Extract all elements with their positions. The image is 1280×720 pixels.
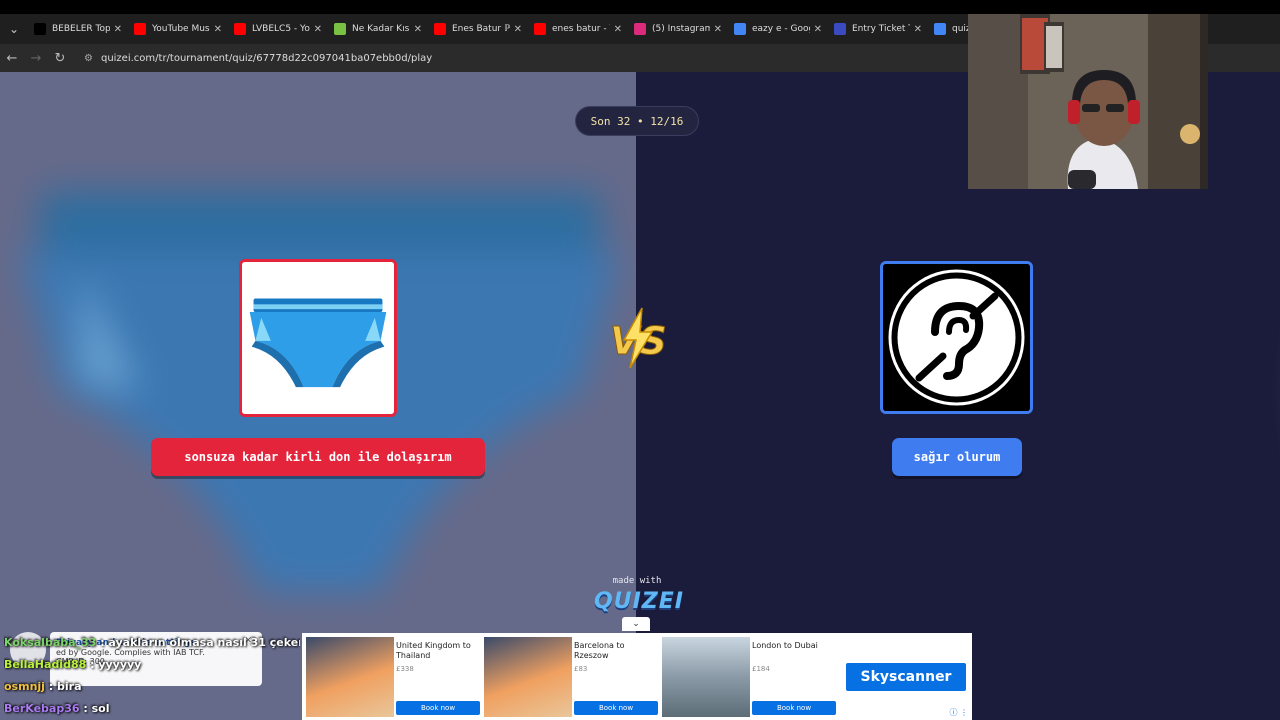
chat-message: BerKebap36 : sol: [4, 698, 300, 720]
webcam-overlay: [968, 14, 1208, 189]
browser-tab[interactable]: (5) Instagram ✕: [628, 14, 728, 44]
right-choice-card[interactable]: [880, 261, 1033, 414]
ad-choices-icon[interactable]: ⓘ ⋮: [949, 707, 968, 718]
ad-image[interactable]: [306, 637, 394, 717]
ticket-icon: [834, 23, 846, 35]
stream-chat-overlay: Koksalbaba_33 : ayakların olmasa nasıl 3…: [4, 632, 300, 720]
tab-title: YouTube Music: [152, 24, 210, 34]
tab-title: enes batur - Yo: [552, 24, 610, 34]
book-now-button[interactable]: Book now: [752, 701, 836, 715]
chat-message: Koksalbaba_33 : ayakların olmasa nasıl 3…: [4, 632, 300, 654]
close-tab-icon[interactable]: ✕: [514, 24, 522, 35]
quiz-icon: [334, 23, 346, 35]
youtube-music-icon: [134, 23, 146, 35]
chat-message: BellaHadid88 : yyyyyy: [4, 654, 300, 676]
tab-title: eazy e - Googl: [752, 24, 810, 34]
flight-ad-banner[interactable]: United Kingdom to Thailand £338 Book now Ba…: [302, 633, 972, 720]
skyscanner-logo[interactable]: Skyscanner: [846, 663, 966, 691]
x-logo-icon: [34, 23, 46, 35]
url-field[interactable]: ⚙ quizei.com/tr/tournament/quiz/67778d22…: [78, 47, 958, 69]
streamer-webcam: [968, 14, 1208, 189]
ad-collapse-icon[interactable]: ⌄: [622, 617, 650, 631]
reload-icon[interactable]: ↻: [48, 51, 72, 66]
ad-price: £184: [752, 665, 770, 673]
chat-separator: :: [79, 702, 92, 715]
ad-item[interactable]: United Kingdom to Thailand £338 Book now: [304, 637, 482, 717]
close-tab-icon[interactable]: ✕: [814, 24, 822, 35]
ad-image[interactable]: [484, 637, 572, 717]
chat-username: BellaHadid88: [4, 658, 87, 671]
browser-tab[interactable]: enes batur - Yo ✕: [528, 14, 628, 44]
close-tab-icon[interactable]: ✕: [614, 24, 622, 35]
ad-route: London to Dubai: [752, 641, 818, 650]
tab-search-button[interactable]: ⌄: [0, 14, 28, 44]
browser-tab[interactable]: eazy e - Googl ✕: [728, 14, 828, 44]
browser-tab[interactable]: YouTube Music ✕: [128, 14, 228, 44]
youtube-icon: [534, 23, 546, 35]
tab-title: LVBELC5 - YouT: [252, 24, 310, 34]
tab-title: Enes Batur ℙ ℕ: [452, 24, 510, 34]
deaf-ear-icon: [883, 264, 1030, 411]
browser-tab[interactable]: BEBELER Toplu ✕: [28, 14, 128, 44]
chat-username: BerKebap36: [4, 702, 80, 715]
ad-item[interactable]: London to Dubai £184 Book now: [660, 637, 838, 717]
close-tab-icon[interactable]: ✕: [114, 24, 122, 35]
google-icon: [934, 23, 946, 35]
chat-text: ayakların olmasa nasıl 31 çekersin: [108, 636, 300, 649]
chat-separator: :: [86, 658, 99, 671]
ad-item[interactable]: Barcelona to Rzeszow £83 Book now: [482, 637, 660, 717]
close-tab-icon[interactable]: ✕: [214, 24, 222, 35]
browser-tab[interactable]: Enes Batur ℙ ℕ ✕: [428, 14, 528, 44]
ad-route: United Kingdom to Thailand: [396, 641, 471, 660]
youtube-icon: [434, 23, 446, 35]
google-icon: [734, 23, 746, 35]
round-progress: Son 32 • 12/16: [576, 107, 698, 135]
made-with-label: made with: [612, 576, 662, 586]
close-tab-icon[interactable]: ✕: [714, 24, 722, 35]
ad-price: £83: [574, 665, 588, 673]
browser-tab[interactable]: Entry Ticket Tie ✕: [828, 14, 928, 44]
skyscanner-brand: Skyscanner: [860, 669, 952, 685]
ad-price: £338: [396, 665, 414, 673]
chat-username: osmnjj: [4, 680, 45, 693]
chat-username: Koksalbaba_33: [4, 636, 97, 649]
chat-message: osmnjj : bira: [4, 676, 300, 698]
back-icon[interactable]: ←: [0, 51, 24, 66]
left-choice-card[interactable]: [239, 259, 397, 417]
book-now-button[interactable]: Book now: [396, 701, 480, 715]
browser-tab[interactable]: LVBELC5 - YouT ✕: [228, 14, 328, 44]
instagram-icon: [634, 23, 646, 35]
chat-text: bira: [57, 680, 82, 693]
chat-text: yyyyyy: [98, 658, 142, 671]
tab-title: BEBELER Toplu: [52, 24, 110, 34]
briefs-icon: [242, 262, 394, 414]
ad-route: Barcelona to Rzeszow: [574, 641, 625, 660]
chat-separator: :: [96, 636, 109, 649]
book-now-button[interactable]: Book now: [574, 701, 658, 715]
tab-title: Ne Kadar Kıskan: [352, 24, 410, 34]
close-tab-icon[interactable]: ✕: [914, 24, 922, 35]
tab-title: Entry Ticket Tie: [852, 24, 910, 34]
tab-title: (5) Instagram: [652, 24, 710, 34]
chat-separator: :: [44, 680, 58, 693]
ad-image[interactable]: [662, 637, 750, 717]
site-info-icon[interactable]: ⚙: [84, 53, 93, 64]
forward-icon[interactable]: →: [24, 51, 48, 66]
left-choice-button[interactable]: sonsuza kadar kirli don ile dolaşırım: [151, 438, 485, 476]
youtube-icon: [234, 23, 246, 35]
close-tab-icon[interactable]: ✕: [414, 24, 422, 35]
right-choice-button[interactable]: sağır olurum: [892, 438, 1022, 476]
quizei-logo[interactable]: QUIZEI: [594, 589, 683, 619]
versus-icon: VS: [610, 307, 667, 369]
url-text: quizei.com/tr/tournament/quiz/67778d22c0…: [100, 52, 433, 64]
chat-text: sol: [91, 702, 110, 715]
browser-tab[interactable]: Ne Kadar Kıskan ✕: [328, 14, 428, 44]
close-tab-icon[interactable]: ✕: [314, 24, 322, 35]
